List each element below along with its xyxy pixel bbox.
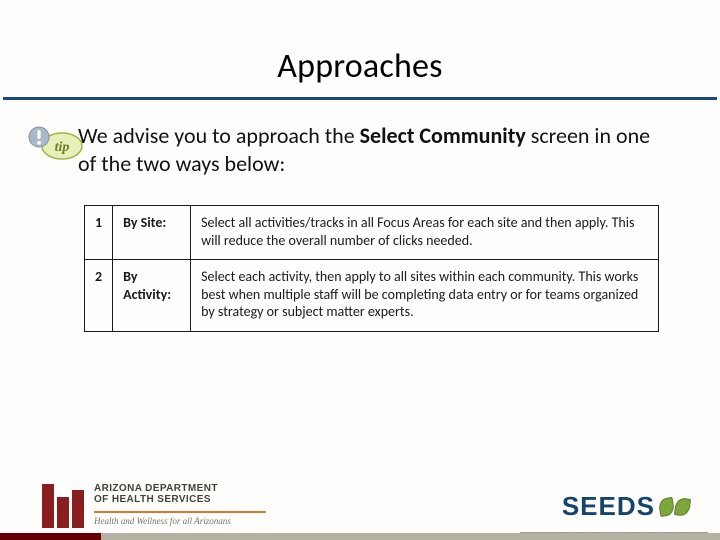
row-label: By Site:: [113, 206, 191, 260]
adhs-tagline: Health and Wellness for all Arizonans: [94, 516, 266, 526]
slide-title: Approaches: [0, 0, 720, 97]
row-number: 1: [85, 206, 113, 260]
adhs-name-line2: OF HEALTH SERVICES: [94, 495, 266, 506]
leaf-icon: [658, 496, 676, 516]
adhs-logo: ARIZONA DEPARTMENT OF HEALTH SERVICES He…: [42, 484, 266, 528]
table-row: 1 By Site: Select all activities/tracks …: [85, 206, 659, 260]
svg-text:tip: tip: [55, 140, 70, 155]
seeds-wordmark: SEEDS: [562, 491, 655, 522]
row-desc: Select all activities/tracks in all Focu…: [191, 206, 659, 260]
footer-bar: [0, 533, 720, 540]
row-desc: Select each activity, then apply to all …: [191, 260, 659, 332]
tip-icon: tip: [28, 124, 84, 164]
title-rule: [3, 97, 717, 100]
table-row: 2 By Activity: Select each activity, the…: [85, 260, 659, 332]
row-number: 2: [85, 260, 113, 332]
row-label: By Activity:: [113, 260, 191, 332]
footer: ARIZONA DEPARTMENT OF HEALTH SERVICES He…: [0, 458, 720, 540]
seeds-logo: SEEDS: [562, 491, 690, 522]
intro-text: We advise you to approach the Select Com…: [78, 122, 662, 177]
adhs-name-line1: ARIZONA DEPARTMENT: [94, 484, 266, 495]
leaf-icon: [674, 497, 691, 517]
approach-table: 1 By Site: Select all activities/tracks …: [84, 205, 659, 332]
